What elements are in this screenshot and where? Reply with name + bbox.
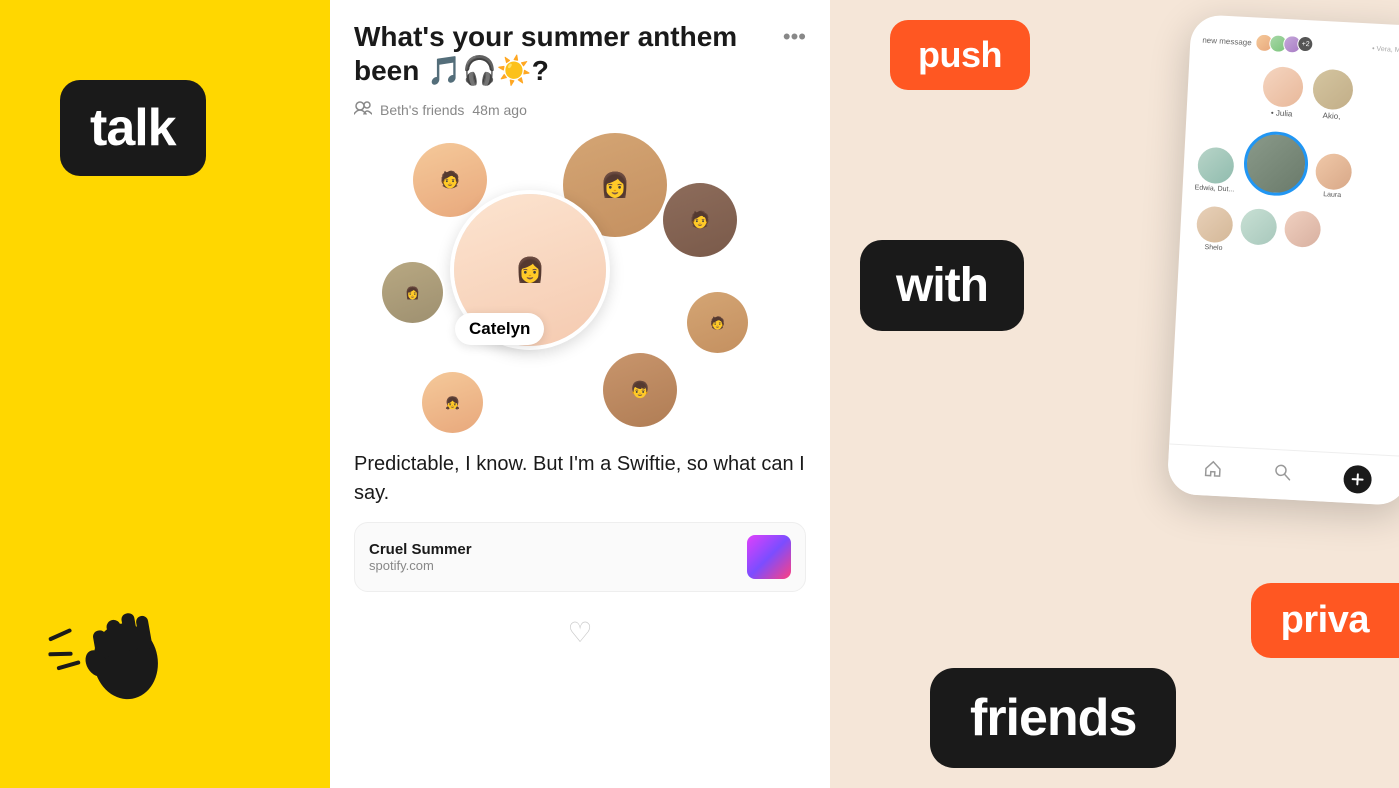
spotify-artwork [747, 535, 791, 579]
person-laura: Laura [1314, 153, 1352, 200]
post-author: Beth's friends [380, 102, 464, 118]
app-name-label: talk [90, 99, 176, 157]
home-icon [1203, 459, 1222, 483]
track-url: spotify.com [369, 558, 472, 573]
heart-button[interactable]: ♡ [567, 616, 592, 649]
catelyn-label: Catelyn [455, 313, 544, 345]
avatar-3: 🧑 [660, 180, 740, 260]
person-extra-2 [1283, 210, 1321, 257]
friends-icon [354, 101, 372, 118]
wave-emoji [39, 580, 181, 738]
person-shelo: Shelo [1195, 206, 1233, 253]
push-badge: push [890, 20, 1030, 90]
priva-badge: priva [1251, 583, 1399, 658]
search-icon [1273, 463, 1292, 487]
with-badge: with [860, 240, 1024, 331]
phone-screen: new message +2 • Vera, Moha... • Julia A [1167, 14, 1399, 506]
notification-context: • Vera, Moha... [1372, 45, 1399, 54]
talk-badge: talk [60, 80, 206, 176]
phone-mockup: new message +2 • Vera, Moha... • Julia A [1167, 14, 1399, 506]
person-edwia: Edwia, Dut... [1194, 146, 1236, 193]
more-options-button[interactable]: ••• [773, 24, 806, 50]
avatar-4: 🧑 [685, 290, 750, 355]
person-akio: Akio, [1311, 69, 1354, 122]
avatar-cluster: 🧑 👩 🧑 👩 🧑 👦 👧 👩 Catelyn [360, 130, 800, 440]
avatar-6: 👧 [420, 370, 485, 435]
person-highlighted [1242, 130, 1309, 197]
friends-badge: friends [930, 668, 1176, 768]
spotify-info: Cruel Summer spotify.com [369, 541, 472, 573]
spotify-card[interactable]: Cruel Summer spotify.com [354, 522, 806, 592]
avatar-7: 👩 [380, 260, 445, 325]
person-julia: • Julia [1261, 66, 1304, 119]
phone-nav-bar [1167, 443, 1399, 505]
post-time: 48m ago [472, 102, 526, 118]
post-header: What's your summer anthem been 🎵🎧☀️? ••• [330, 0, 830, 97]
track-name: Cruel Summer [369, 541, 472, 558]
post-title: What's your summer anthem been 🎵🎧☀️? [354, 20, 773, 87]
person-extra-1 [1239, 208, 1277, 255]
center-panel: What's your summer anthem been 🎵🎧☀️? •••… [330, 0, 830, 788]
notification-text: new message [1202, 35, 1252, 47]
post-actions: ♡ [330, 602, 830, 663]
post-text: Predictable, I know. But I'm a Swiftie, … [330, 440, 830, 522]
avatar-5: 👦 [600, 350, 680, 430]
right-panel: push with friends priva new message +2 •… [830, 0, 1399, 788]
add-icon[interactable] [1343, 464, 1372, 493]
left-panel: talk [0, 0, 330, 788]
post-meta: Beth's friends 48m ago [330, 97, 830, 130]
